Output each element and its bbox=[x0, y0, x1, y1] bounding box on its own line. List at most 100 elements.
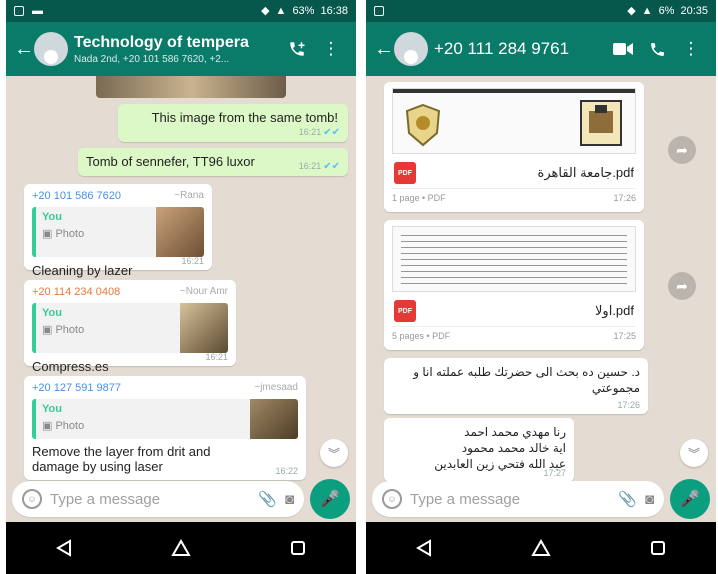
triangle-back-icon bbox=[56, 539, 72, 557]
mic-button[interactable]: 🎤 bbox=[670, 479, 710, 519]
sender-phone[interactable]: +20 101 586 7620 bbox=[32, 190, 121, 202]
nav-recents-button[interactable] bbox=[638, 528, 678, 568]
emoji-icon[interactable]: ☺ bbox=[382, 489, 402, 509]
status-bar: ◆ ▲ 6% 20:35 bbox=[366, 0, 716, 22]
message-incoming[interactable]: رنا مهدي محمد احمد اية خالد محمد محمود ع… bbox=[384, 418, 574, 482]
pdf-meta: 1 page • PDF bbox=[392, 193, 446, 203]
message-text: رنا مهدي محمد احمد اية خالد محمد محمود ع… bbox=[434, 425, 566, 472]
add-call-button[interactable] bbox=[280, 32, 314, 66]
message-outgoing[interactable]: This image from the same tomb! 16:21 ✔✔ bbox=[118, 104, 348, 142]
composer-box: ☺ 📎 ◙ bbox=[12, 481, 304, 517]
university-logo-icon bbox=[405, 103, 441, 147]
message-incoming[interactable]: د. حسين ده بحث الى حضرتك طلبه عملته انا … bbox=[384, 358, 648, 414]
nav-back-button[interactable] bbox=[404, 528, 444, 568]
video-camera-icon bbox=[613, 43, 633, 55]
message-time: 17:26 bbox=[617, 400, 640, 410]
clock: 20:35 bbox=[680, 5, 708, 17]
message-incoming[interactable]: +20 127 591 9877 ~jmesaad You ▣ Photo Rem… bbox=[24, 376, 306, 480]
camera-icon[interactable]: ◙ bbox=[285, 491, 294, 508]
quote-thumbnail bbox=[156, 207, 204, 257]
sim-icon bbox=[14, 6, 24, 16]
message-text: This image from the same tomb! bbox=[151, 110, 338, 125]
pdf-filename: جامعة القاهرة.pdf bbox=[537, 165, 634, 180]
nav-recents-button[interactable] bbox=[278, 528, 318, 568]
message-incoming[interactable]: +20 101 586 7620 ~Rana You ▣ Photo Cleani… bbox=[24, 184, 212, 278]
message-text: Remove the layer from drit and damage by… bbox=[32, 444, 211, 474]
message-text: Cleaning by lazer bbox=[32, 263, 133, 278]
sender-phone[interactable]: +20 127 591 9877 bbox=[32, 382, 121, 394]
recents-icon bbox=[290, 541, 305, 555]
message-text: Compress.es bbox=[32, 359, 109, 374]
message-input[interactable] bbox=[410, 490, 611, 508]
overflow-menu-button[interactable]: ⋮ bbox=[674, 32, 708, 66]
phone-right-private-chat: ◆ ▲ 6% 20:35 ← +20 111 284 9761 ⋮ PDF جا… bbox=[366, 0, 716, 574]
message-list[interactable]: This image from the same tomb! 16:21 ✔✔ T… bbox=[6, 76, 356, 484]
faculty-logo-icon bbox=[580, 100, 622, 146]
pdf-meta: 5 pages • PDF bbox=[392, 331, 451, 341]
camera-icon[interactable]: ◙ bbox=[645, 491, 654, 508]
quoted-message[interactable]: You ▣ Photo bbox=[32, 207, 204, 257]
pdf-filename: اولا.pdf bbox=[595, 303, 634, 318]
group-avatar[interactable] bbox=[34, 32, 68, 66]
triangle-back-icon bbox=[416, 539, 432, 557]
mic-icon: 🎤 bbox=[680, 491, 700, 508]
back-arrow-icon[interactable]: ← bbox=[374, 38, 394, 61]
scroll-down-button[interactable]: ︾ bbox=[680, 439, 708, 467]
message-input[interactable] bbox=[50, 490, 251, 508]
pdf-message[interactable]: PDF اولا.pdf 5 pages • PDF 17:25 bbox=[384, 220, 644, 350]
pdf-preview bbox=[392, 226, 636, 292]
message-incoming[interactable]: +20 114 234 0408 ~Nour Amr You ▣ Photo Co… bbox=[24, 280, 236, 374]
nav-home-button[interactable] bbox=[521, 528, 561, 568]
message-time: 16:21 bbox=[205, 352, 228, 362]
pdf-message[interactable]: PDF جامعة القاهرة.pdf 1 page • PDF 17:26 bbox=[384, 82, 644, 212]
add-call-icon bbox=[290, 42, 305, 56]
message-text: د. حسين ده بحث الى حضرتك طلبه عملته انا … bbox=[413, 365, 640, 396]
contact-avatar[interactable] bbox=[394, 32, 428, 66]
forward-button[interactable]: ➦ bbox=[668, 136, 696, 164]
sim-icon bbox=[374, 6, 384, 16]
back-arrow-icon[interactable]: ← bbox=[14, 38, 34, 61]
mic-button[interactable]: 🎤 bbox=[310, 479, 350, 519]
sender-pushname: ~Nour Amr bbox=[179, 286, 228, 297]
wifi-icon: ◆ bbox=[627, 4, 636, 17]
sender-phone[interactable]: +20 114 234 0408 bbox=[32, 286, 120, 298]
attach-icon[interactable]: 📎 bbox=[258, 490, 277, 508]
forward-button[interactable]: ➦ bbox=[668, 272, 696, 300]
scroll-down-button[interactable]: ︾ bbox=[320, 439, 348, 467]
quote-thumbnail bbox=[180, 303, 228, 353]
quoted-message[interactable]: You ▣ Photo bbox=[32, 303, 228, 353]
emoji-icon[interactable]: ☺ bbox=[22, 489, 42, 509]
message-composer: ☺ 📎 ◙ 🎤 bbox=[6, 476, 356, 522]
camera-icon: ▣ bbox=[42, 228, 56, 240]
voice-call-button[interactable] bbox=[640, 32, 674, 66]
screenshot: ▬ ◆ ▲ 63% 16:38 ← Technology of tempera … bbox=[0, 0, 718, 574]
signal-icon: ▲ bbox=[275, 4, 287, 17]
chat-header: ← Technology of tempera Nada 2nd, +20 10… bbox=[6, 22, 356, 76]
chat-info[interactable]: +20 111 284 9761 bbox=[434, 39, 606, 59]
chat-info[interactable]: Technology of tempera Nada 2nd, +20 101 … bbox=[74, 34, 280, 65]
message-outgoing[interactable]: Tomb of sennefer, TT96 luxor 16:21 ✔✔ bbox=[78, 148, 348, 176]
pdf-file-icon: PDF bbox=[394, 162, 416, 184]
chat-participants: Nada 2nd, +20 101 586 7620, +2... bbox=[74, 53, 230, 65]
battery-level: 63% bbox=[292, 5, 315, 17]
chat-header: ← +20 111 284 9761 ⋮ bbox=[366, 22, 716, 76]
notification-icon: ▬ bbox=[32, 4, 43, 17]
phone-left-group-chat: ▬ ◆ ▲ 63% 16:38 ← Technology of tempera … bbox=[6, 0, 356, 574]
image-message-bottom[interactable] bbox=[96, 76, 286, 98]
attach-icon[interactable]: 📎 bbox=[618, 490, 637, 508]
message-time: 16:21 ✔✔ bbox=[298, 127, 340, 138]
quoted-message[interactable]: You ▣ Photo bbox=[32, 399, 298, 439]
nav-home-button[interactable] bbox=[161, 528, 201, 568]
overflow-menu-button[interactable]: ⋮ bbox=[314, 32, 348, 66]
more-vert-icon: ⋮ bbox=[682, 39, 700, 58]
more-vert-icon: ⋮ bbox=[322, 39, 340, 58]
quote-type: Photo bbox=[55, 420, 85, 432]
camera-icon: ▣ bbox=[42, 324, 56, 336]
message-composer: ☺ 📎 ◙ 🎤 bbox=[366, 476, 716, 522]
sender-pushname: ~jmesaad bbox=[254, 382, 298, 393]
nav-back-button[interactable] bbox=[44, 528, 84, 568]
video-call-button[interactable] bbox=[606, 32, 640, 66]
pdf-file-icon: PDF bbox=[394, 300, 416, 322]
message-list[interactable]: PDF جامعة القاهرة.pdf 1 page • PDF 17:26 … bbox=[366, 76, 716, 484]
camera-icon: ▣ bbox=[42, 420, 56, 432]
